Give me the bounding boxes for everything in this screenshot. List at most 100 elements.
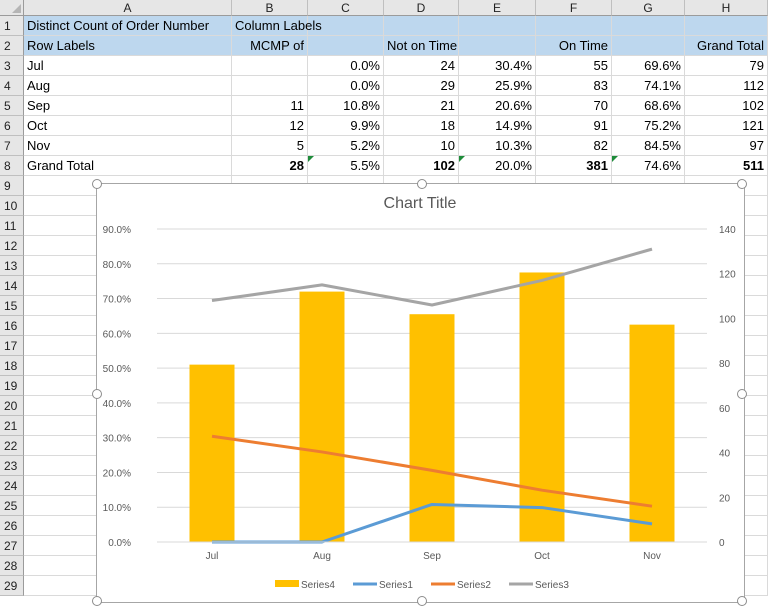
cell-h1[interactable] xyxy=(685,16,768,36)
pivot-cell-b[interactable]: 11 xyxy=(232,96,308,116)
pivot-cell-g[interactable]: 75.2% xyxy=(612,116,685,136)
pivot-cell-c[interactable]: 5.2% xyxy=(308,136,384,156)
row-header-6[interactable]: 6 xyxy=(0,116,24,136)
column-header-c[interactable]: C xyxy=(308,0,384,16)
pivot-row-label[interactable]: Nov xyxy=(24,136,232,156)
row-header-14[interactable]: 14 xyxy=(0,276,24,296)
pivot-cell-d[interactable]: 29 xyxy=(384,76,459,96)
pivot-cell-f[interactable]: 82 xyxy=(536,136,612,156)
pivot-cell-g[interactable]: 69.6% xyxy=(612,56,685,76)
pivot-cell-b[interactable]: 5 xyxy=(232,136,308,156)
row-header-3[interactable]: 3 xyxy=(0,56,24,76)
resize-handle[interactable] xyxy=(92,596,102,606)
row-header-12[interactable]: 12 xyxy=(0,236,24,256)
row-header-20[interactable]: 20 xyxy=(0,396,24,416)
row-header-24[interactable]: 24 xyxy=(0,476,24,496)
row-header-11[interactable]: 11 xyxy=(0,216,24,236)
pivot-cell-b[interactable]: 28 xyxy=(232,156,308,176)
resize-handle[interactable] xyxy=(417,596,427,606)
pivot-cell-h[interactable]: 79 xyxy=(685,56,768,76)
pivot-cell-g[interactable]: 68.6% xyxy=(612,96,685,116)
pivot-row-label[interactable]: Sep xyxy=(24,96,232,116)
pivot-cell-f[interactable]: 91 xyxy=(536,116,612,136)
row-header-7[interactable]: 7 xyxy=(0,136,24,156)
row-header-13[interactable]: 13 xyxy=(0,256,24,276)
combo-chart[interactable]: Chart Title 0.0% 10.0% 20.0% 30.0% 40.0% 50.0%… xyxy=(92,179,747,606)
pivot-cell-e[interactable]: 14.9% xyxy=(459,116,536,136)
pivot-row-label[interactable]: Oct xyxy=(24,116,232,136)
select-all-corner[interactable] xyxy=(0,0,24,16)
cell-e1[interactable] xyxy=(459,16,536,36)
cell-g2[interactable] xyxy=(612,36,685,56)
resize-handle[interactable] xyxy=(737,596,747,606)
pivot-col-on-time[interactable]: On Time xyxy=(536,36,612,56)
pivot-cell-d[interactable]: 10 xyxy=(384,136,459,156)
pivot-cell-f[interactable]: 381 xyxy=(536,156,612,176)
row-header-4[interactable]: 4 xyxy=(0,76,24,96)
pivot-cell-f[interactable]: 83 xyxy=(536,76,612,96)
resize-handle[interactable] xyxy=(737,389,747,399)
row-header-16[interactable]: 16 xyxy=(0,316,24,336)
column-header-g[interactable]: G xyxy=(612,0,685,16)
resize-handle[interactable] xyxy=(737,179,747,189)
pivot-cell-f[interactable]: 55 xyxy=(536,56,612,76)
pivot-cell-g[interactable]: 74.1% xyxy=(612,76,685,96)
row-header-9[interactable]: 9 xyxy=(0,176,24,196)
row-header-28[interactable]: 28 xyxy=(0,556,24,576)
pivot-cell-e[interactable]: 20.6% xyxy=(459,96,536,116)
column-header-b[interactable]: B xyxy=(232,0,308,16)
pivot-cell-g[interactable]: 74.6% xyxy=(612,156,685,176)
row-header-19[interactable]: 19 xyxy=(0,376,24,396)
cell-d1[interactable] xyxy=(384,16,459,36)
pivot-cell-h[interactable]: 511 xyxy=(685,156,768,176)
row-header-26[interactable]: 26 xyxy=(0,516,24,536)
pivot-cell-c[interactable]: 5.5% xyxy=(308,156,384,176)
cell-e2[interactable] xyxy=(459,36,536,56)
row-header-27[interactable]: 27 xyxy=(0,536,24,556)
pivot-col-mcmp[interactable]: MCMP of xyxy=(232,36,308,56)
pivot-cell-d[interactable]: 18 xyxy=(384,116,459,136)
pivot-cell-h[interactable]: 121 xyxy=(685,116,768,136)
row-header-29[interactable]: 29 xyxy=(0,576,24,596)
row-header-23[interactable]: 23 xyxy=(0,456,24,476)
pivot-column-labels[interactable]: Column Labels xyxy=(232,16,322,36)
pivot-cell-h[interactable]: 97 xyxy=(685,136,768,156)
pivot-cell-d[interactable]: 24 xyxy=(384,56,459,76)
pivot-cell-e[interactable]: 10.3% xyxy=(459,136,536,156)
row-header-18[interactable]: 18 xyxy=(0,356,24,376)
pivot-row-label[interactable]: Grand Total xyxy=(24,156,232,176)
pivot-cell-b[interactable]: 12 xyxy=(232,116,308,136)
pivot-cell-d[interactable]: 102 xyxy=(384,156,459,176)
pivot-cell-c[interactable]: 10.8% xyxy=(308,96,384,116)
pivot-cell-c[interactable]: 9.9% xyxy=(308,116,384,136)
resize-handle[interactable] xyxy=(417,179,427,189)
pivot-cell-d[interactable]: 21 xyxy=(384,96,459,116)
resize-handle[interactable] xyxy=(92,179,102,189)
pivot-cell-c[interactable]: 0.0% xyxy=(308,56,384,76)
row-header-22[interactable]: 22 xyxy=(0,436,24,456)
resize-handle[interactable] xyxy=(92,389,102,399)
pivot-cell-h[interactable]: 102 xyxy=(685,96,768,116)
column-header-e[interactable]: E xyxy=(459,0,536,16)
row-header-8[interactable]: 8 xyxy=(0,156,24,176)
pivot-cell-h[interactable]: 112 xyxy=(685,76,768,96)
pivot-cell-b[interactable] xyxy=(232,56,308,76)
pivot-row-label[interactable]: Jul xyxy=(24,56,232,76)
row-header-5[interactable]: 5 xyxy=(0,96,24,116)
row-header-25[interactable]: 25 xyxy=(0,496,24,516)
row-header-21[interactable]: 21 xyxy=(0,416,24,436)
pivot-cell-e[interactable]: 25.9% xyxy=(459,76,536,96)
pivot-cell-e[interactable]: 20.0% xyxy=(459,156,536,176)
pivot-row-labels[interactable]: Row Labels xyxy=(24,36,232,56)
row-header-17[interactable]: 17 xyxy=(0,336,24,356)
pivot-cell-c[interactable]: 0.0% xyxy=(308,76,384,96)
cell-f1[interactable] xyxy=(536,16,612,36)
pivot-cell-e[interactable]: 30.4% xyxy=(459,56,536,76)
pivot-value-field-label[interactable]: Distinct Count of Order Number xyxy=(24,16,232,36)
row-header-10[interactable]: 10 xyxy=(0,196,24,216)
pivot-cell-f[interactable]: 70 xyxy=(536,96,612,116)
row-header-1[interactable]: 1 xyxy=(0,16,24,36)
pivot-row-label[interactable]: Aug xyxy=(24,76,232,96)
column-header-a[interactable]: A xyxy=(24,0,232,16)
column-header-f[interactable]: F xyxy=(536,0,612,16)
